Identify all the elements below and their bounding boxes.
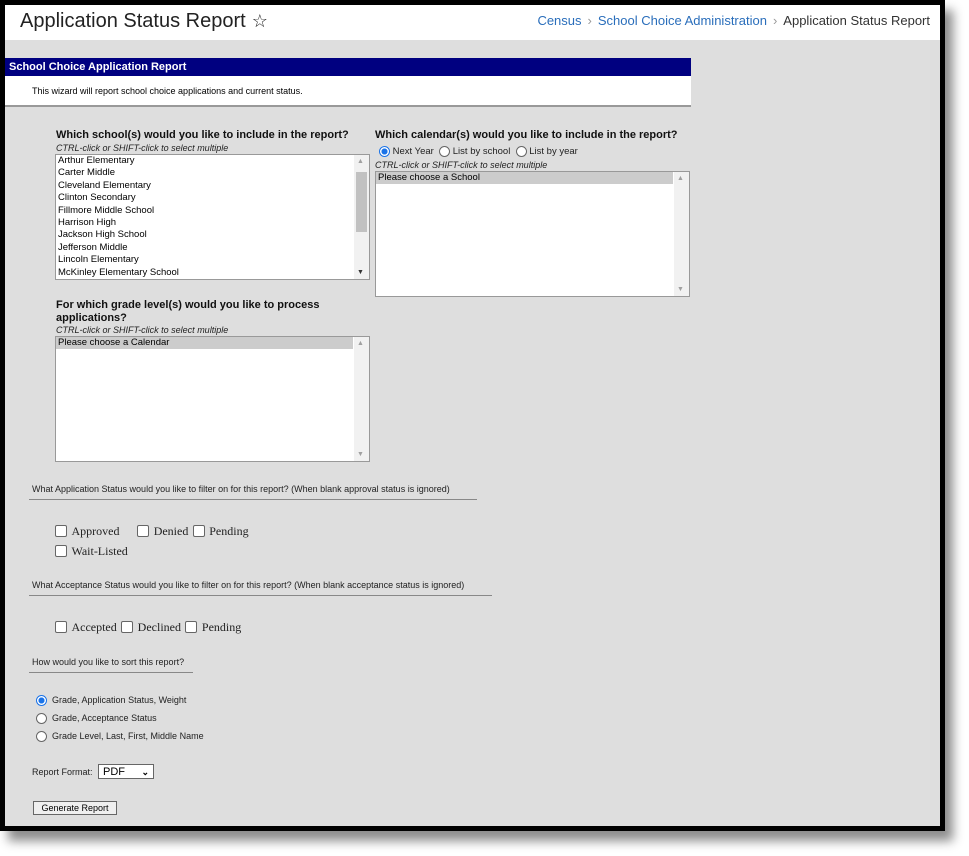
grades-question-line: For which grade level(s) would you like … xyxy=(56,299,320,311)
school-option[interactable]: Carter Middle xyxy=(56,167,369,179)
schools-listbox[interactable]: Arthur Elementary Carter Middle Clevelan… xyxy=(55,154,370,280)
radio-list-by-year[interactable] xyxy=(515,146,527,157)
checkbox-label: Denied xyxy=(153,524,189,538)
scrollbar[interactable]: ▲ ▼ xyxy=(354,155,369,279)
acceptance-status-row: Accepted Declined Pending xyxy=(55,618,241,636)
school-option[interactable]: Fillmore Middle School xyxy=(56,205,369,217)
report-description: This wizard will report school choice ap… xyxy=(5,76,691,107)
report-format-select[interactable]: PDF ⌄ xyxy=(98,764,154,779)
report-banner: School Choice Application Report xyxy=(5,58,691,76)
scroll-up-icon[interactable]: ▲ xyxy=(357,340,364,347)
checkbox-pending-acceptance[interactable] xyxy=(185,620,198,633)
schools-hint: CTRL-click or SHIFT-click to select mult… xyxy=(56,143,229,153)
school-option[interactable]: McKinley Elementary School xyxy=(56,267,369,279)
school-option[interactable]: Jackson High School xyxy=(56,229,369,241)
calendars-listbox[interactable]: Please choose a School ▲ ▼ xyxy=(375,171,690,297)
checkbox-label: Pending xyxy=(209,524,249,538)
grades-question-line: applications? xyxy=(56,311,127,324)
window-frame: Application Status Report ☆ Census › School… xyxy=(0,0,945,831)
breadcrumb-census[interactable]: Census xyxy=(537,13,581,28)
application-status-row2: Wait-Listed xyxy=(55,542,128,560)
chevron-right-icon: › xyxy=(772,13,778,28)
radio-sort-name[interactable] xyxy=(36,731,47,743)
school-option[interactable]: Jefferson Middle xyxy=(56,242,369,254)
radio-list-by-school[interactable] xyxy=(439,146,451,157)
checkbox-label: Wait-Listed xyxy=(71,544,128,558)
calendar-placeholder-option[interactable]: Please choose a School xyxy=(376,172,673,185)
acceptance-status-question: What Acceptance Status would you like to… xyxy=(32,580,465,590)
divider xyxy=(29,595,492,596)
checkbox-label: Approved xyxy=(71,524,120,538)
radio-label: Grade Level, Last, First, Middle Name xyxy=(52,731,204,741)
school-option[interactable]: Harrison High xyxy=(56,217,369,229)
report-format-label: Report Format: xyxy=(32,767,93,777)
checkbox-approved[interactable] xyxy=(55,524,67,537)
star-icon[interactable]: ☆ xyxy=(252,11,268,31)
calendars-hint: CTRL-click or SHIFT-click to select mult… xyxy=(375,160,548,170)
radio-label: Grade, Application Status, Weight xyxy=(52,695,187,705)
breadcrumb-current: Application Status Report xyxy=(783,13,930,28)
radio-label: List by school xyxy=(452,146,511,158)
scroll-up-icon[interactable]: ▲ xyxy=(677,175,684,182)
radio-label: Grade, Acceptance Status xyxy=(52,713,157,723)
school-option[interactable]: Lincoln Elementary xyxy=(56,254,369,266)
report-format-value: PDF xyxy=(103,766,125,778)
radio-sort-application-status[interactable] xyxy=(36,695,47,707)
divider xyxy=(29,672,193,673)
grades-listbox[interactable]: Please choose a Calendar ▲ ▼ xyxy=(55,336,370,462)
school-option[interactable]: Clinton Secondary xyxy=(56,192,369,204)
radio-label: List by year xyxy=(529,146,578,158)
application-status-question: What Application Status would you like t… xyxy=(32,484,450,494)
checkbox-label: Declined xyxy=(137,620,181,634)
checkbox-denied[interactable] xyxy=(137,524,150,537)
checkbox-label: Pending xyxy=(201,620,242,634)
scrollbar[interactable]: ▲ ▼ xyxy=(674,172,689,296)
page-title-text: Application Status Report xyxy=(20,10,246,32)
checkbox-pending[interactable] xyxy=(192,524,205,537)
school-option[interactable]: Cleveland Elementary xyxy=(56,180,369,192)
scroll-down-icon[interactable]: ▼ xyxy=(357,451,364,458)
chevron-down-icon: ⌄ xyxy=(141,767,149,777)
checkbox-label: Accepted xyxy=(71,620,117,634)
grades-question: For which grade level(s) would you like … xyxy=(56,299,319,324)
page-header: Application Status Report ☆ Census › School… xyxy=(5,5,940,40)
calendars-question: Which calendar(s) would you like to incl… xyxy=(375,129,678,141)
page: Application Status Report ☆ Census › School… xyxy=(5,5,940,826)
checkbox-accepted[interactable] xyxy=(55,620,67,633)
radio-sort-acceptance-status[interactable] xyxy=(36,713,47,725)
chevron-right-icon: › xyxy=(587,13,592,28)
grade-placeholder-option[interactable]: Please choose a Calendar xyxy=(56,337,353,350)
scroll-up-icon[interactable]: ▲ xyxy=(357,158,364,165)
radio-label: Next Year xyxy=(392,146,434,158)
calendar-mode-radios: Next Year List by school List by year xyxy=(379,146,578,157)
application-status-row1: Approved Denied Pending xyxy=(55,522,249,540)
sort-option: Grade Level, Last, First, Middle Name xyxy=(36,731,204,743)
grades-hint: CTRL-click or SHIFT-click to select mult… xyxy=(56,325,229,335)
page-title: Application Status Report ☆ xyxy=(20,10,268,33)
schools-question: Which school(s) would you like to includ… xyxy=(56,129,349,141)
school-option[interactable]: Arthur Elementary xyxy=(56,155,369,167)
radio-next-year[interactable] xyxy=(379,146,390,157)
scroll-down-icon[interactable]: ▼ xyxy=(357,269,364,276)
breadcrumb: Census › School Choice Administration › Appl… xyxy=(537,13,930,28)
checkbox-declined[interactable] xyxy=(121,620,134,633)
breadcrumb-school-choice-administration[interactable]: School Choice Administration xyxy=(598,13,767,28)
checkbox-wait-listed[interactable] xyxy=(55,544,67,557)
scrollbar[interactable]: ▲ ▼ xyxy=(354,337,369,461)
sort-option: Grade, Acceptance Status xyxy=(36,713,157,725)
scrollbar-thumb[interactable] xyxy=(356,172,367,232)
divider xyxy=(29,499,477,500)
generate-report-button[interactable]: Generate Report xyxy=(33,801,117,815)
sort-question: How would you like to sort this report? xyxy=(32,657,185,667)
scroll-down-icon[interactable]: ▼ xyxy=(677,286,684,293)
sort-option: Grade, Application Status, Weight xyxy=(36,695,187,707)
